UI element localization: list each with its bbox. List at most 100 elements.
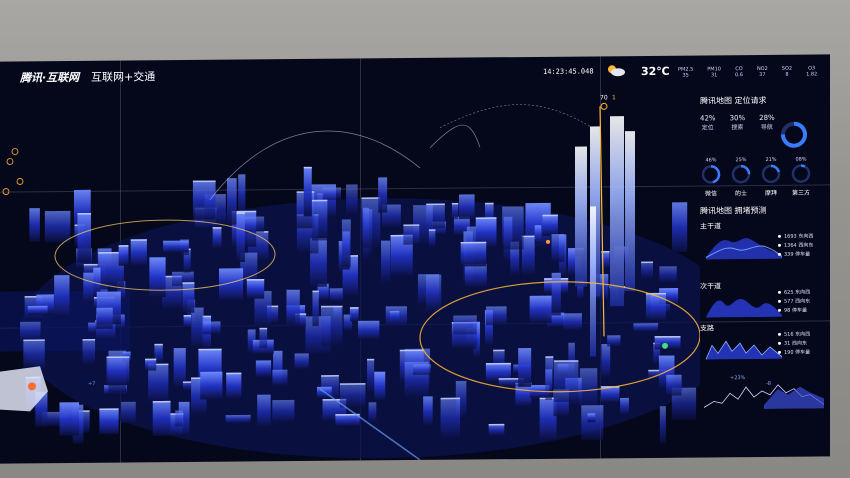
building (294, 353, 309, 370)
top-bar: 腾讯·互联网 互联网+交通 14:23:45.048 32℃ PM2.5 35 PM… (0, 54, 830, 91)
congestion-forecast-title: 腾讯地图 拥堵预测 (700, 205, 767, 216)
poi-icon[interactable] (2, 188, 10, 195)
building (459, 194, 475, 220)
legend-number: 1693 (784, 233, 797, 240)
big-donut-ring (781, 121, 807, 148)
building (335, 413, 360, 427)
legend-number: 339 (784, 251, 794, 258)
flight-arc (439, 104, 591, 129)
building-roof-light (361, 197, 381, 199)
section-secondary-road: 次干道 625 东向西 577 西向东 98 停车量 (700, 280, 830, 327)
right-panel: 腾讯地图 定位请求 42% 定位 30% 搜索 28% 导航 46% 微信 25% 的… (700, 94, 830, 457)
source-ring: 46% 微信 (700, 157, 722, 197)
building (244, 216, 265, 233)
building-roof-light (312, 290, 319, 293)
ring-label: 微信 (704, 190, 717, 198)
air-quality-stats: PM2.5 35 PM10 31 CO 0.6 NO2 37 SO2 8 O3 1.82 (678, 65, 818, 79)
building (672, 202, 688, 253)
sunny-cloud-icon (608, 65, 625, 77)
building (341, 219, 351, 267)
building-roof-light (145, 358, 157, 361)
building-roof-light (311, 199, 328, 202)
building (225, 414, 251, 424)
legend-number: 190 (784, 349, 794, 356)
building-roof-light (654, 335, 681, 338)
building (130, 239, 147, 267)
building (581, 405, 604, 441)
air-stat: SO2 8 (782, 66, 792, 78)
building (44, 210, 71, 243)
building (440, 397, 461, 439)
poi-icon[interactable] (11, 148, 19, 155)
ring-label: 第三方 (791, 189, 810, 197)
legend-text: 西向东 (795, 298, 811, 305)
trend-line-chart (704, 384, 824, 409)
building (175, 410, 183, 427)
building-roof-light (99, 408, 119, 411)
building (666, 374, 682, 396)
section-label: 次干道 (700, 282, 721, 291)
building (236, 212, 245, 263)
clock-readout: 14:23:45.048 (543, 67, 594, 76)
poi-icon[interactable] (16, 178, 24, 185)
map-pin-icon[interactable] (600, 102, 608, 110)
hotspot-icon[interactable] (28, 382, 36, 391)
building (226, 372, 242, 399)
building (413, 364, 431, 375)
building (329, 288, 344, 302)
stat-locate: 42% 定位 (700, 114, 716, 131)
building (381, 240, 391, 284)
source-ring: 21% 摩拜 (760, 157, 782, 197)
building (367, 358, 375, 393)
legend-number: 577 (784, 298, 794, 305)
building (106, 356, 130, 386)
building-roof-light (521, 235, 535, 238)
building (163, 240, 189, 253)
legend-number: 516 (784, 331, 794, 338)
air-stat-value: 1.82 (806, 71, 818, 78)
building (226, 178, 237, 225)
building (303, 166, 312, 217)
building (368, 402, 377, 423)
building (451, 202, 459, 220)
legend-text: 停车量 (791, 307, 807, 314)
building (502, 206, 524, 250)
building (149, 257, 166, 298)
building (59, 402, 80, 436)
legend-text: 东向西 (798, 233, 814, 240)
ring-gauge (701, 165, 721, 184)
secondary-road-legend: 625 东向西 577 西向东 98 停车量 (778, 289, 810, 316)
main-road-legend: 1693 东向西 1364 西向东 339 停车量 (778, 233, 813, 260)
building (607, 335, 621, 347)
source-rings: 46% 微信 25% 的士 21% 摩拜 08% 第三方 (700, 157, 812, 198)
building (361, 197, 381, 248)
poi-icon[interactable] (6, 158, 14, 165)
source-ring: 25% 的士 (730, 157, 752, 197)
brand-subtitle: 互联网+交通 (91, 70, 156, 84)
air-stat: PM10 31 (707, 66, 721, 78)
section-label: 主干道 (700, 222, 721, 231)
building (620, 397, 629, 415)
air-stat: CO 0.6 (735, 66, 743, 78)
brand-logo: 腾讯·互联网 (20, 70, 80, 85)
building (553, 360, 579, 402)
building-roof-light (198, 348, 222, 351)
source-ring: 08% 第三方 (790, 157, 812, 197)
building-roof-light (545, 356, 554, 358)
air-stat: NO2 37 (757, 66, 768, 78)
building (464, 263, 487, 288)
building (357, 320, 380, 340)
building (542, 214, 558, 236)
building-roof-light (154, 343, 163, 346)
building-roof-light (226, 372, 242, 375)
building (255, 360, 272, 378)
building-roof-light (399, 349, 424, 352)
building (96, 307, 113, 329)
building-roof-light (553, 360, 579, 362)
legend-text: 东向西 (795, 289, 811, 296)
ring-gauge (791, 164, 811, 183)
city-3d-map[interactable] (0, 86, 700, 464)
air-stat-value: 37 (759, 71, 766, 78)
building-roof-light (488, 423, 505, 426)
location-stats-row: 42% 定位 30% 搜索 28% 导航 (700, 113, 830, 132)
